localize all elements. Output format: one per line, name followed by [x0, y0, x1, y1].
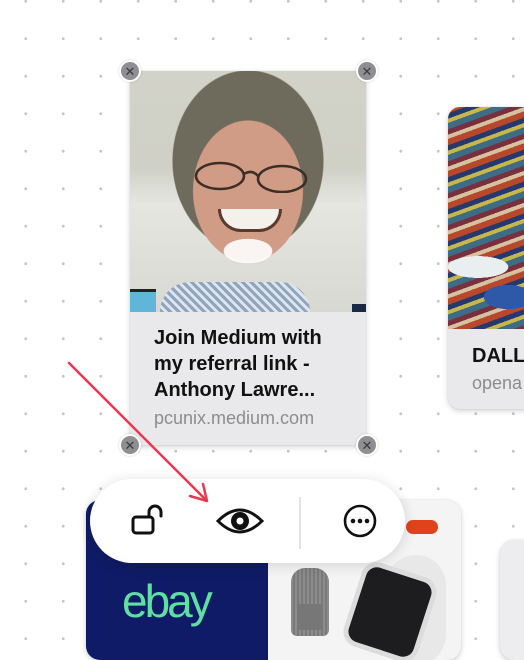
more-button[interactable] [336, 497, 384, 545]
glasses-shape [194, 161, 308, 193]
card-title: DALL [472, 345, 524, 367]
card-domain: pcunix.medium.com [154, 408, 315, 428]
toolbar-divider [299, 497, 301, 549]
lock-button[interactable] [125, 497, 173, 545]
toy-car-image [406, 520, 438, 534]
unlock-icon [131, 504, 163, 535]
close-icon[interactable]: ✕ [119, 60, 141, 82]
eye-icon [216, 508, 264, 534]
card-action-toolbar [90, 479, 405, 563]
close-icon[interactable]: ✕ [119, 434, 141, 456]
card-thumbnail-abstract-painting [448, 107, 524, 329]
backpack-image [291, 568, 329, 636]
card-title: Join Medium with my referral link - Anth… [154, 327, 322, 401]
card-domain: opena [472, 373, 523, 393]
close-icon[interactable]: ✕ [356, 434, 378, 456]
monitor-shape [130, 289, 156, 312]
preview-button[interactable] [216, 497, 264, 545]
ellipsis-circle-icon [343, 504, 377, 538]
shirt-shape [160, 282, 310, 312]
card-thumbnail-portrait [130, 71, 366, 312]
link-card-partial[interactable] [500, 540, 524, 660]
link-card-medium[interactable]: Join Medium with my referral link - Anth… [130, 71, 366, 445]
monitor-shape [352, 304, 366, 312]
ebay-logo: ebay [122, 575, 213, 627]
link-card-dalle[interactable]: DALL opena [448, 107, 524, 409]
smile-shape [218, 209, 282, 232]
close-icon[interactable]: ✕ [356, 60, 378, 82]
